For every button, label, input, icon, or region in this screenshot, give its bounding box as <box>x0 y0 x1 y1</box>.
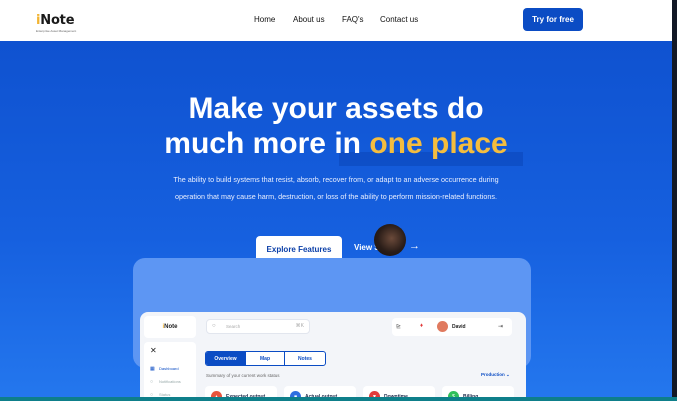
chart-icon[interactable]: ⊵ <box>396 323 401 330</box>
arrow-right-icon[interactable]: → <box>409 240 420 252</box>
nav-link-home[interactable]: Home <box>254 15 275 24</box>
grid-icon: ▦ <box>150 366 155 372</box>
sidebar-item-notifications[interactable]: ○ Notifications <box>150 379 181 385</box>
logo-tagline: Enterprise Asset Management <box>36 29 77 33</box>
search-shortcut: ⌘K <box>295 323 304 329</box>
search-placeholder: Search <box>226 324 241 329</box>
production-dropdown[interactable]: Production ⌄ <box>481 372 510 378</box>
nav-link-faqs[interactable]: FAQ's <box>342 15 364 24</box>
close-icon[interactable]: ✕ <box>150 346 157 355</box>
nav-link-contact[interactable]: Contact us <box>380 15 418 24</box>
dashboard-logo: i Note <box>144 316 196 338</box>
summary-text: Summary of your current work status <box>206 373 280 378</box>
tab-map[interactable]: Map <box>246 352 285 365</box>
hero-title: Make your assets do much more in one pla… <box>0 91 672 161</box>
tab-overview[interactable]: Overview <box>206 352 246 365</box>
hero-description: The ability to build systems that resist… <box>173 175 499 201</box>
search-icon: ○ <box>212 323 216 329</box>
bell-icon: ○ <box>150 379 154 385</box>
bell-icon[interactable]: ♦ <box>420 323 423 329</box>
hero-title-line1: Make your assets do <box>188 92 484 125</box>
try-for-free-button[interactable]: Try for free <box>523 8 583 31</box>
nav-link-about[interactable]: About us <box>293 15 325 24</box>
dashboard-tabs: Overview Map Notes <box>205 351 326 366</box>
chevron-down-icon: ⌄ <box>506 372 510 377</box>
tab-notes[interactable]: Notes <box>285 352 325 365</box>
hero-title-line2: much more in <box>164 127 361 160</box>
video-avatar[interactable] <box>374 224 406 256</box>
avatar[interactable] <box>437 321 448 332</box>
sidebar-item-dashboard[interactable]: ▦ Dashboard <box>150 366 179 372</box>
dashboard-user-bar: ⊵ ♦ David ⇥ <box>392 318 512 336</box>
window-edge <box>672 0 677 401</box>
user-name[interactable]: David <box>452 324 466 330</box>
dashboard-sidebar: ✕ ▦ Dashboard ○ Notifications ○ Status <box>144 342 196 401</box>
top-navbar: iNote Enterprise Asset Management Home A… <box>0 0 672 41</box>
dashboard-search[interactable]: ○ Search ⌘K <box>206 319 310 334</box>
logo[interactable]: iNote Enterprise Asset Management <box>36 11 76 33</box>
logo-wordmark: iNote <box>36 13 75 28</box>
logout-icon[interactable]: ⇥ <box>498 323 503 330</box>
window-bottom-edge <box>0 397 677 401</box>
hero-title-highlight: one place <box>369 127 508 160</box>
dashboard-preview: i Note ○ Search ⌘K ⊵ ♦ David ⇥ ✕ ▦ Dashboa… <box>140 312 526 401</box>
